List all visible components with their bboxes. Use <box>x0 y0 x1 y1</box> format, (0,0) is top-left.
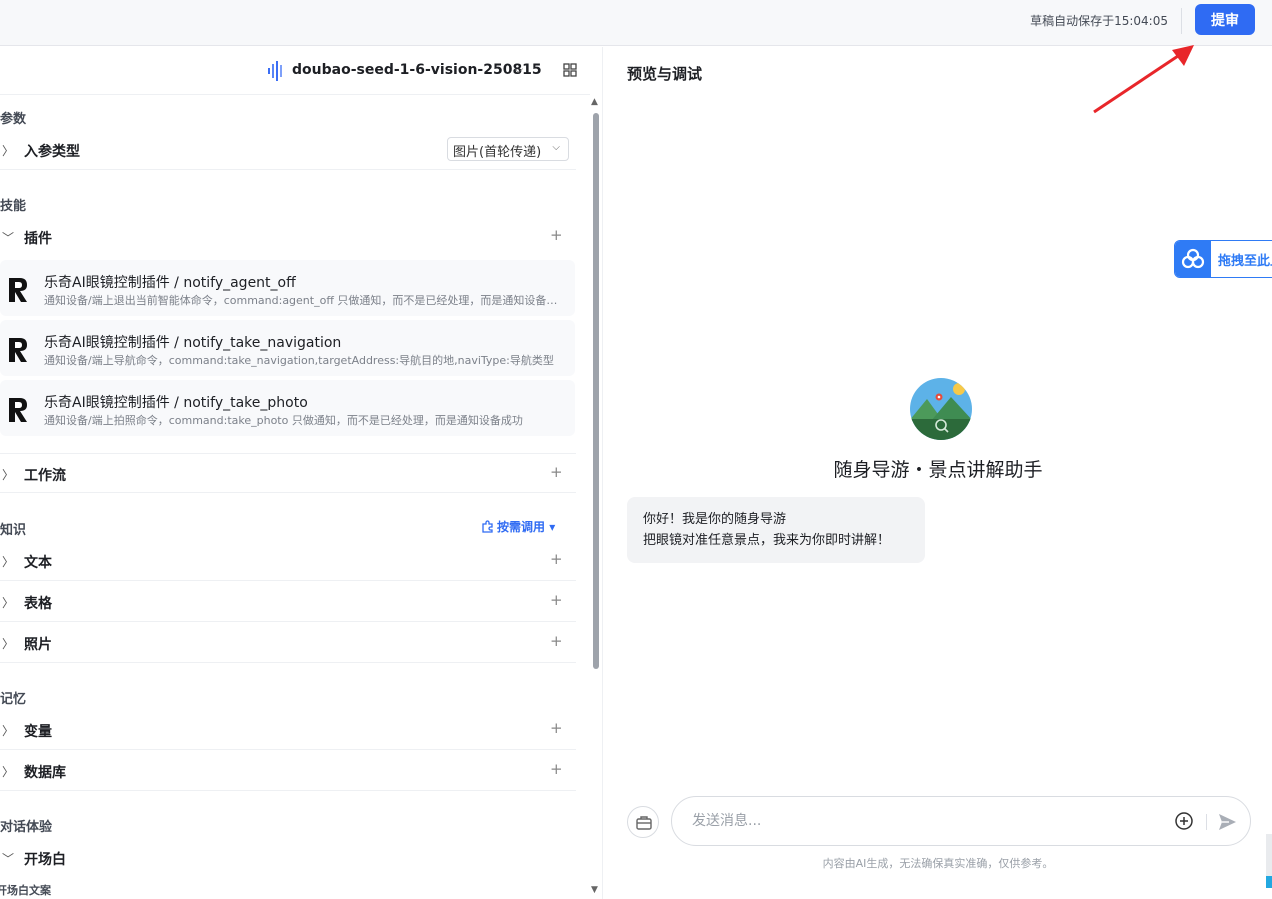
knowledge-photo-row[interactable]: 〉 照片 + <box>0 623 576 663</box>
plugin-logo-icon <box>9 398 27 422</box>
add-photo-icon[interactable]: + <box>550 632 563 650</box>
chevron-right-icon[interactable]: 〉 <box>2 142 14 159</box>
puzzle-icon <box>482 520 493 533</box>
input-type-value: 图片(首轮传递) <box>453 145 542 160</box>
ondemand-label: 按需调用 <box>497 520 546 534</box>
workflow-label: 工作流 <box>24 468 66 484</box>
knowledge-table-row[interactable]: 〉 表格 + <box>0 582 576 622</box>
add-workflow-icon[interactable]: + <box>550 463 563 481</box>
scroll-down-icon[interactable]: ▼ <box>591 885 598 895</box>
chevron-right-icon[interactable]: 〉 <box>2 466 14 483</box>
dialog-section-title: 对话体验 <box>0 820 53 835</box>
top-bar: 草稿自动保存于15:04:05 提审 <box>0 0 1272 46</box>
bot-name: 随身导游・景点讲解助手 <box>833 459 1043 481</box>
chevron-right-icon[interactable]: 〉 <box>2 553 14 570</box>
add-text-icon[interactable]: + <box>550 550 563 568</box>
plugin-item[interactable]: 乐奇AI眼镜控制插件 / notify_take_navigation 通知设备… <box>0 320 575 376</box>
input-type-select[interactable]: 图片(首轮传递) ⌵ <box>447 137 569 161</box>
knowledge-table-label: 表格 <box>24 596 52 612</box>
memory-database-label: 数据库 <box>24 765 66 781</box>
chevron-right-icon[interactable]: 〉 <box>2 594 14 611</box>
plugin-description: 通知设备/端上拍照命令，command:take_photo 只做通知，而不是已… <box>44 414 523 427</box>
model-selector[interactable]: doubao-seed-1-6-vision-250815 ⌵ <box>0 47 590 95</box>
add-database-icon[interactable]: + <box>550 760 563 778</box>
plugin-name: 乐奇AI眼镜控制插件 / notify_agent_off <box>44 275 296 291</box>
add-plugin-icon[interactable]: + <box>550 226 563 244</box>
knowledge-photo-label: 照片 <box>24 637 52 653</box>
ai-disclaimer: 内容由AI生成，无法确保真实准确，仅供参考。 <box>822 857 1054 870</box>
send-icon[interactable] <box>1216 811 1238 833</box>
plugin-logo-icon <box>9 278 27 302</box>
plugin-description: 通知设备/端上导航命令，command:take_navigation,targ… <box>44 354 554 367</box>
chevron-right-icon[interactable]: 〉 <box>2 635 14 652</box>
greeting-line: 把眼镜对准任意景点，我来为你即时讲解！ <box>643 533 891 548</box>
drag-upload-badge[interactable]: 拖拽至此上传 <box>1174 240 1272 278</box>
chevron-down-icon[interactable]: ﹀ <box>2 229 14 246</box>
knowledge-text-label: 文本 <box>24 555 52 571</box>
model-name: doubao-seed-1-6-vision-250815 <box>292 62 542 78</box>
doubao-model-icon <box>268 61 282 81</box>
message-input[interactable] <box>692 809 1152 833</box>
skills-section-title: 技能 <box>0 199 27 214</box>
memory-database-row[interactable]: 〉 数据库 + <box>0 751 576 791</box>
knowledge-section-title: 知识 <box>0 523 27 538</box>
cloud-icon <box>1175 241 1211 277</box>
opening-row[interactable]: ﹀ 开场白 <box>0 838 576 878</box>
submit-review-button[interactable]: 提审 <box>1195 4 1255 35</box>
memory-variable-row[interactable]: 〉 变量 + <box>0 710 576 750</box>
plugin-description: 通知设备/端上退出当前智能体命令，command:agent_off 只做通知，… <box>44 294 564 307</box>
plugin-name: 乐奇AI眼镜控制插件 / notify_take_photo <box>44 395 308 411</box>
config-panel: doubao-seed-1-6-vision-250815 ⌵ ▲ ▼ 参数 〉… <box>0 47 603 899</box>
input-divider <box>1206 814 1207 830</box>
config-scrollbar[interactable]: ▲ ▼ <box>590 95 602 899</box>
drag-upload-label: 拖拽至此上传 <box>1218 254 1272 269</box>
add-variable-icon[interactable]: + <box>550 719 563 737</box>
chevron-down-icon[interactable]: ﹀ <box>2 850 14 867</box>
scroll-up-icon[interactable]: ▲ <box>591 97 598 107</box>
chevron-right-icon[interactable]: 〉 <box>2 763 14 780</box>
chevron-down-icon[interactable]: ⌵ <box>514 62 523 77</box>
ondemand-dropdown[interactable]: 按需调用 ▾ <box>481 518 555 535</box>
memory-variable-label: 变量 <box>24 724 52 740</box>
workflow-row[interactable]: 〉 工作流 + <box>0 453 576 493</box>
plugin-label: 插件 <box>24 231 52 247</box>
plugin-name: 乐奇AI眼镜控制插件 / notify_take_navigation <box>44 335 342 351</box>
opening-text-label: 开场白文案 <box>0 884 51 897</box>
bot-avatar <box>910 378 972 440</box>
input-type-label: 入参类型 <box>24 144 80 160</box>
scroll-thumb[interactable] <box>593 113 599 669</box>
params-section-title: 参数 <box>0 112 27 127</box>
preview-panel: 预览与调试 拖拽至此上传 随身导游・景点讲解助手 你好！我是你的随身导游 把眼 <box>604 47 1272 899</box>
greeting-message: 你好！我是你的随身导游 把眼镜对准任意景点，我来为你即时讲解！ <box>627 497 925 563</box>
preview-title: 预览与调试 <box>627 65 703 83</box>
toolbox-button[interactable] <box>627 806 659 838</box>
memory-section-title: 记忆 <box>0 692 27 707</box>
add-table-icon[interactable]: + <box>550 591 563 609</box>
plugin-item[interactable]: 乐奇AI眼镜控制插件 / notify_take_photo 通知设备/端上拍照… <box>0 380 575 436</box>
knowledge-text-row[interactable]: 〉 文本 + <box>0 541 576 581</box>
edge-scroll-indicator <box>1266 834 1272 888</box>
chevron-down-icon: ⌵ <box>552 142 560 153</box>
topbar-divider <box>1181 8 1182 34</box>
autosave-status: 草稿自动保存于15:04:05 <box>1030 14 1168 28</box>
plugin-row[interactable]: ﹀ 插件 + <box>0 217 576 257</box>
plugin-item[interactable]: 乐奇AI眼镜控制插件 / notify_agent_off 通知设备/端上退出当… <box>0 260 575 316</box>
plugin-logo-icon <box>9 338 27 362</box>
chevron-right-icon[interactable]: 〉 <box>2 722 14 739</box>
add-attachment-icon[interactable] <box>1174 811 1194 831</box>
message-input-box[interactable] <box>671 796 1251 846</box>
toolbox-icon <box>636 816 652 830</box>
model-settings-grid-icon[interactable] <box>563 63 577 77</box>
greeting-line: 你好！我是你的随身导游 <box>643 512 787 527</box>
opening-label: 开场白 <box>24 852 66 868</box>
